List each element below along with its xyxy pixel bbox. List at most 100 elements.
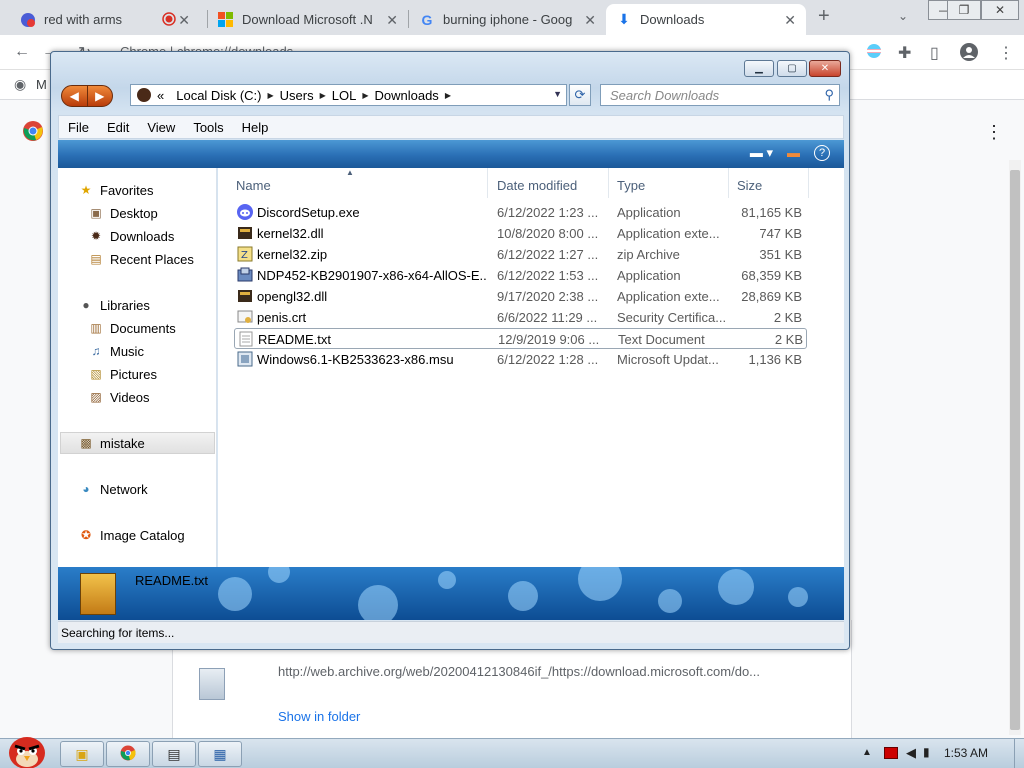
taskbar-installer-button[interactable]: ▦ [198,741,242,767]
tab-red-with-arms[interactable]: red with arms ✕ [10,4,200,35]
file-row[interactable]: kernel32.dll 10/8/2020 8:00 ... Applicat… [234,223,807,244]
breadcrumb-users[interactable]: Users [280,88,314,103]
taskbar: ▣ ▤ ▦ ▲ ◀ ▮ 1:53 AM [0,737,1024,768]
breadcrumb-lol[interactable]: LOL [332,88,357,103]
explorer-window: ▁ ▢ ✕ ◀ ▶ « Local Disk (C:) ▶ Users ▶ LOL ▶… [50,51,850,650]
preview-pane-icon[interactable]: ▬ [787,145,800,161]
tab-downloads[interactable]: ⬇ Downloads ✕ [606,4,806,35]
bookmark-globe-icon[interactable]: ◉ [14,76,26,93]
side-panel-icon[interactable]: ▯ [930,43,939,63]
network-tray-icon[interactable]: ▮ [923,745,930,759]
new-tab-button[interactable]: + [818,5,830,28]
explorer-maximize-button[interactable]: ▢ [777,60,807,77]
refresh-button[interactable]: ⟳ [569,84,591,106]
nav-videos[interactable]: ▨ Videos [88,386,149,408]
file-row[interactable]: penis.crt 6/6/2022 11:29 ... Security Ce… [234,307,807,328]
taskbar-clock[interactable]: 1:53 AM [944,746,988,760]
star-icon: ★ [80,183,92,197]
close-window-button[interactable]: ✕ [981,0,1019,20]
nav-libraries[interactable]: ● Libraries [78,294,149,316]
breadcrumb-arrow-icon[interactable]: ▶ [445,91,451,100]
column-header-size[interactable]: Size [729,168,809,198]
nav-pictures[interactable]: ▧ Pictures [88,363,157,385]
show-in-folder-link[interactable]: Show in folder [278,709,360,724]
breadcrumb-downloads[interactable]: Downloads [374,88,438,103]
breadcrumb-arrow-icon[interactable]: ▶ [320,91,326,100]
start-button[interactable] [4,731,50,768]
download-url: http://web.archive.org/web/2020041213084… [278,664,761,679]
breadcrumb-local-disk[interactable]: Local Disk (C:) [176,88,261,103]
nav-recent-places[interactable]: ▤ Recent Places [88,248,194,270]
nav-network[interactable]: ◕ Network [78,478,147,500]
column-header-type[interactable]: Type [609,168,729,198]
breadcrumb-arrow-icon[interactable]: ▶ [267,91,273,100]
bookmark-item[interactable]: M [36,77,47,92]
menu-edit[interactable]: Edit [98,120,138,135]
menu-tools[interactable]: Tools [184,120,232,135]
back-icon[interactable]: ← [14,43,30,61]
menu-view[interactable]: View [138,120,184,135]
extensions-icon[interactable]: ✚ [898,43,911,63]
file-row[interactable]: NDP452-KB2901907-x86-x64-AllOS-E... 6/12… [234,265,807,286]
libraries-icon: ● [82,298,90,312]
taskbar-app-button[interactable]: ▤ [152,741,196,767]
show-hidden-icons[interactable]: ▲ [862,747,872,758]
chrome-menu-icon[interactable]: ⋮ [998,43,1014,63]
nav-image-catalog[interactable]: ✪ Image Catalog [78,524,185,546]
column-header-date[interactable]: Date modified [489,168,609,198]
explorer-close-button[interactable]: ✕ [809,60,841,77]
nav-mistake[interactable]: ▩ mistake [60,432,215,454]
nav-documents[interactable]: ▥ Documents [88,317,175,339]
nav-music[interactable]: ♫ Music [88,340,144,362]
page-menu-icon[interactable]: ⋮ [985,122,1003,143]
menu-bar: File Edit View Tools Help [58,115,844,139]
restore-button[interactable]: ❐ [947,0,981,20]
menu-file[interactable]: File [59,120,98,135]
installer-icon [237,267,253,283]
close-icon[interactable]: ✕ [386,12,398,29]
folder-icon: ▣ [75,745,89,762]
forward-arrow-icon[interactable]: ▶ [88,86,113,106]
view-options-icon[interactable]: ▬ ▾ [750,145,773,161]
search-icon[interactable]: ⚲ [824,87,834,103]
menu-help[interactable]: Help [233,120,278,135]
breadcrumb-arrow-icon[interactable]: ▶ [362,91,368,100]
column-header-name[interactable]: Name [228,168,488,198]
close-icon[interactable]: ✕ [178,12,190,29]
breadcrumb-overflow[interactable]: « [157,88,164,103]
help-icon[interactable]: ? [814,145,830,161]
language-indicator-icon[interactable] [884,747,898,759]
certificate-icon [237,309,253,325]
nav-downloads[interactable]: ✹ Downloads [88,225,174,247]
profile-flag-icon[interactable] [866,43,882,64]
file-row[interactable]: DiscordSetup.exe 6/12/2022 1:23 ... Appl… [234,202,807,223]
file-row[interactable]: Z kernel32.zip 6/12/2022 1:27 ... zip Ar… [234,244,807,265]
volume-icon[interactable]: ◀ [906,745,916,761]
profile-avatar-icon[interactable] [960,43,978,66]
network-icon: ◕ [82,482,90,496]
search-input[interactable]: Search Downloads ⚲ [600,84,840,106]
nav-favorites[interactable]: ★ Favorites [78,179,154,201]
taskbar-chrome-button[interactable] [106,741,150,767]
tab-burning-iphone[interactable]: G burning iphone - Goog ✕ [409,4,606,35]
chrome-tab-strip: red with arms ✕ Download Microsoft .N ✕ … [0,0,1024,35]
page-scrollbar[interactable] [1009,160,1021,735]
file-row[interactable]: opengl32.dll 9/17/2020 2:38 ... Applicat… [234,286,807,307]
close-icon[interactable]: ✕ [584,12,596,29]
discord-icon [237,204,253,220]
explorer-minimize-button[interactable]: ▁ [744,60,774,77]
recording-icon [162,12,176,29]
file-row[interactable]: Windows6.1-KB2533623-x86.msu 6/12/2022 1… [234,349,807,370]
dll-icon [237,225,253,241]
nav-desktop[interactable]: ▣ Desktop [88,202,157,224]
back-arrow-icon[interactable]: ◀ [62,86,88,106]
show-desktop-button[interactable] [1014,739,1024,768]
taskbar-explorer-button[interactable]: ▣ [60,741,104,767]
tab-download-microsoft[interactable]: Download Microsoft .N ✕ [208,4,408,35]
close-icon[interactable]: ✕ [784,12,796,29]
tab-search-chevron-icon[interactable]: ⌄ [898,9,908,23]
file-row[interactable]: README.txt 12/9/2019 9:06 ... Text Docum… [234,328,807,349]
address-dropdown-icon[interactable]: ▼ [553,89,562,99]
address-bar[interactable]: « Local Disk (C:) ▶ Users ▶ LOL ▶ Downloads… [130,84,567,106]
search-placeholder: Search Downloads [610,88,720,103]
